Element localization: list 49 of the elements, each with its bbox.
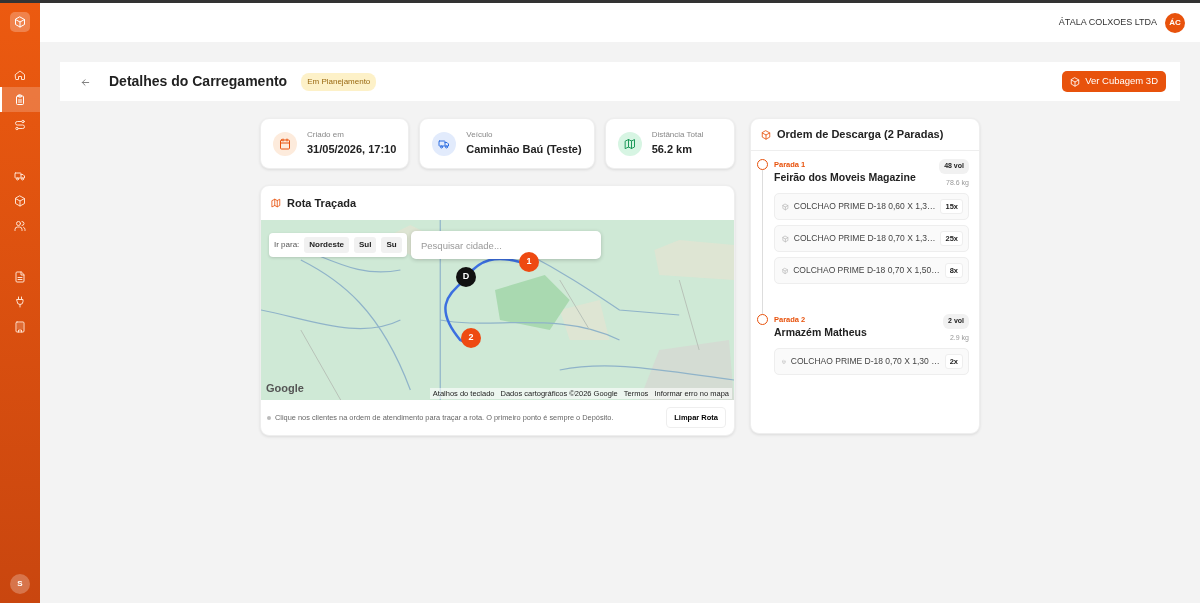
stat-value: 31/05/2026, 17:10 <box>307 142 397 158</box>
calendar-icon <box>279 137 291 150</box>
item-name: COLCHAO PRIME D-18 0,70 X 1,30 … <box>790 355 940 368</box>
stat-value: Caminhão Baú (Teste) <box>466 142 582 158</box>
stat-value: 56.2 km <box>651 142 693 158</box>
region-chip[interactable]: Sul <box>354 237 377 253</box>
sidebar-item[interactable] <box>0 87 40 112</box>
timeline-circle <box>757 159 768 170</box>
stop-name: Armazém Matheus <box>774 325 867 341</box>
region-chip[interactable]: Nordeste <box>304 237 350 253</box>
timeline-circle <box>757 314 768 325</box>
bullet-dot <box>267 415 271 420</box>
box-icon <box>1070 76 1081 87</box>
box-icon <box>782 266 789 275</box>
box-icon <box>782 202 789 211</box>
goto-label: Ir para: <box>274 239 300 251</box>
truck-icon <box>14 169 26 182</box>
page-title: Detalhes do Carregamento <box>109 73 288 90</box>
stop-name: Feirão dos Moveis Magazine <box>774 170 916 186</box>
region-chip[interactable]: Su <box>381 237 402 253</box>
route-icon <box>14 118 26 131</box>
box-icon <box>14 194 26 207</box>
truck-icon <box>438 137 451 150</box>
map-logo: Google <box>266 380 304 396</box>
stat-label: Criado em <box>307 129 345 142</box>
file-icon <box>14 270 26 283</box>
map-icon <box>623 137 636 150</box>
stat-label: Distância Total <box>651 129 704 142</box>
city-search-field[interactable]: Pesquisar cidade... <box>411 231 601 259</box>
view-3d-button[interactable]: Ver Cubagem 3D <box>1062 71 1166 92</box>
users-icon <box>14 219 26 232</box>
company-name: ÁTALA COLXOES LTDA <box>1058 15 1157 29</box>
building-icon <box>14 320 26 333</box>
box-icon <box>782 234 789 243</box>
map-icon <box>271 198 281 208</box>
plug-icon <box>14 295 26 308</box>
company-avatar[interactable]: ÁC <box>1165 12 1185 33</box>
item-name: COLCHAO PRIME D-18 0,60 X 1,3… <box>793 200 936 213</box>
stat-label: Veículo <box>466 129 494 142</box>
status-tag: Em Planejamento <box>301 72 377 91</box>
box-icon <box>761 129 771 140</box>
home-icon <box>14 68 26 81</box>
card-title: Ordem de Descarga (2 Paradas) <box>777 127 944 143</box>
map-drawing[interactable] <box>261 220 734 400</box>
clipboard-icon <box>14 93 26 106</box>
item-name: COLCHAO PRIME D-18 0,70 X 1,3… <box>793 232 936 245</box>
item-name: COLCHAO PRIME D-18 0,70 X 1,50… <box>793 264 940 277</box>
back-arrow-icon <box>80 76 91 88</box>
card-title: Rota Traçada <box>287 195 357 211</box>
